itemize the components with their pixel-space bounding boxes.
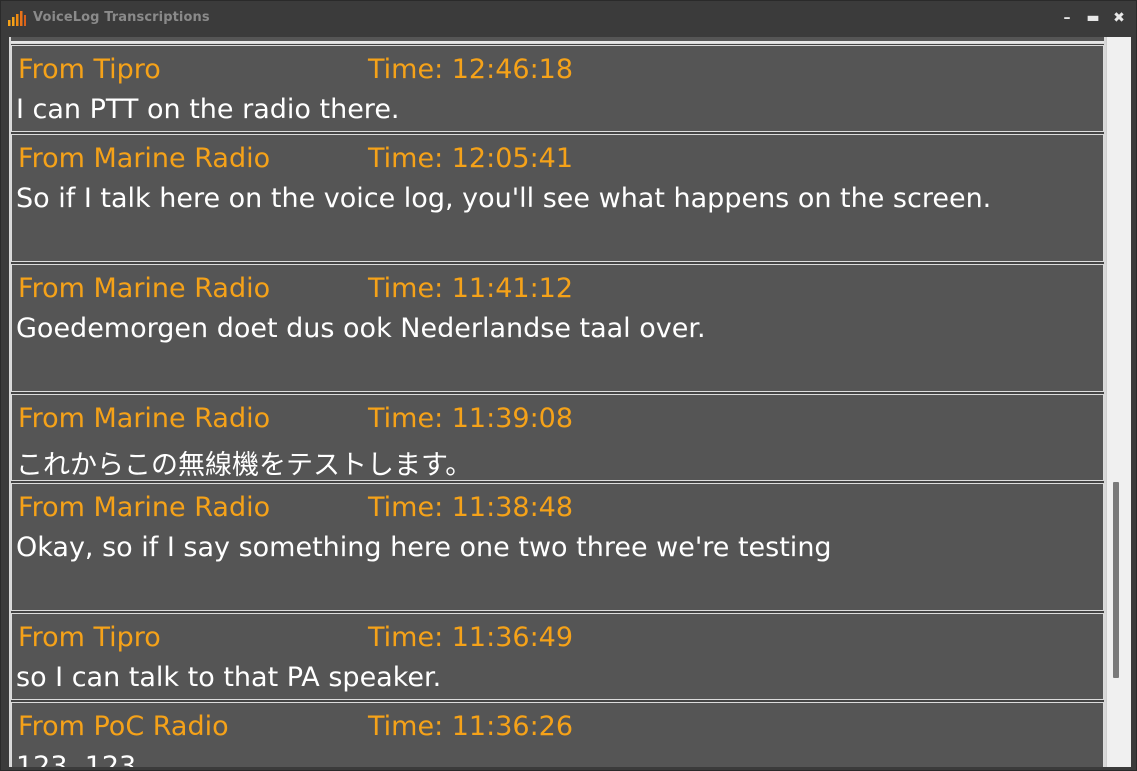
entry-message: so I can talk to that PA speaker. [16,662,442,693]
transcription-entry[interactable]: From Marine Radio Time: 11:38:48 Okay, s… [11,482,1104,612]
transcription-entry[interactable]: From Marine Radio Time: 11:41:12 Goedemo… [11,263,1104,393]
entry-time: Time: 11:38:48 [368,492,574,523]
transcription-entry[interactable]: From Marine Radio Time: 11:39:08 これからこの無… [11,393,1104,482]
previous-entry-edge [11,37,1104,43]
window-title: VoiceLog Transcriptions [33,10,210,25]
entry-message: Okay, so if I say something here one two… [16,532,832,563]
entry-message: Goedemorgen doet dus ook Nederlandse taa… [16,313,706,344]
transcription-entry[interactable]: From Marine Radio Time: 12:05:41 So if I… [11,133,1104,263]
entry-source: From Tipro [18,54,161,85]
entry-source: From Marine Radio [18,273,271,304]
minimize-button[interactable]: – [1056,7,1078,29]
entry-source: From Marine Radio [18,492,271,523]
entry-time: Time: 11:36:49 [368,622,574,653]
entry-time: Time: 11:39:08 [368,403,574,434]
close-button[interactable]: ✖ [1108,7,1130,29]
audio-levels-icon [8,11,26,26]
transcription-entry[interactable]: From Tipro Time: 11:36:49 so I can talk … [11,612,1104,701]
maximize-button[interactable]: ▬ [1082,7,1104,29]
vertical-scrollbar[interactable] [1106,37,1131,767]
scrollbar-thumb[interactable] [1113,482,1119,678]
transcription-list: From Tipro Time: 12:46:18 I can PTT on t… [11,37,1104,767]
voicelog-window: VoiceLog Transcriptions – ▬ ✖ From Tipro… [0,0,1137,771]
entry-time: Time: 12:05:41 [368,143,574,174]
transcription-entry[interactable]: From PoC Radio Time: 11:36:26 123, 123. [11,701,1104,767]
entry-message: I can PTT on the radio there. [16,94,400,125]
transcription-entry[interactable]: From Tipro Time: 12:46:18 I can PTT on t… [11,44,1104,133]
entry-message: So if I talk here on the voice log, you'… [16,183,992,214]
transcription-panel: From Tipro Time: 12:46:18 I can PTT on t… [9,37,1131,767]
entry-source: From PoC Radio [18,711,229,742]
entry-time: Time: 12:46:18 [368,54,574,85]
entry-source: From Tipro [18,622,161,653]
entry-time: Time: 11:41:12 [368,273,574,304]
entry-time: Time: 11:36:26 [368,711,574,742]
entry-message: 123, 123. [16,751,145,767]
title-bar[interactable]: VoiceLog Transcriptions – ▬ ✖ [1,1,1136,35]
entry-source: From Marine Radio [18,403,271,434]
entry-source: From Marine Radio [18,143,271,174]
entry-message: これからこの無線機をテストします。 [16,450,473,481]
